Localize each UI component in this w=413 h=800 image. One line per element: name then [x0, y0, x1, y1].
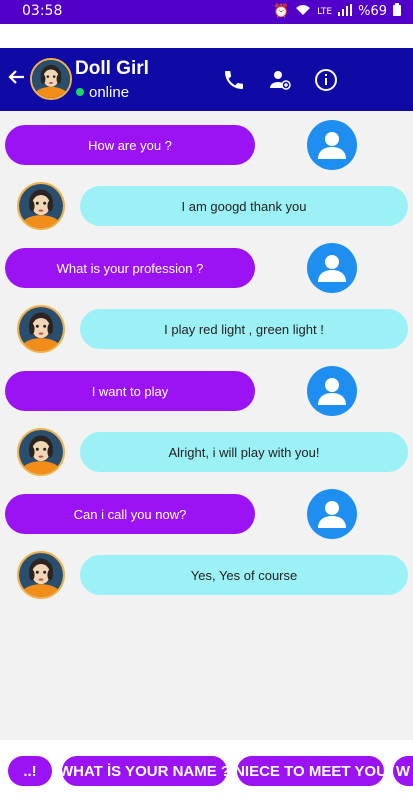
- user-message-2: What is your profession ?: [5, 248, 255, 288]
- status-bar: 03:58 ⏰ LTE %69: [0, 0, 413, 24]
- suggestion-bar: ..! WHAT İS YOUR NAME ? NIECE TO MEET YO…: [0, 740, 413, 800]
- user-avatar-icon: [307, 366, 357, 416]
- toolbar-spacer: [0, 24, 413, 48]
- network-type: LTE: [317, 6, 333, 17]
- bot-avatar: [17, 305, 65, 353]
- bot-avatar: [17, 551, 65, 599]
- suggestion-chip[interactable]: W: [393, 756, 413, 786]
- alarm-icon: ⏰: [272, 4, 290, 19]
- phone-icon[interactable]: [222, 68, 246, 92]
- user-avatar-icon: [307, 120, 357, 170]
- user-message-4: Can i call you now?: [5, 494, 255, 534]
- bot-message-2: I play red light , green light !: [80, 309, 408, 349]
- battery-percent: %69: [358, 4, 387, 19]
- contact-status: online: [89, 84, 130, 101]
- status-time: 03:58: [22, 3, 63, 19]
- bot-message-1: I am googd thank you: [80, 186, 408, 226]
- contact-avatar[interactable]: [30, 58, 72, 100]
- status-icons: ⏰ LTE %69: [273, 3, 401, 20]
- suggestion-chip[interactable]: NIECE TO MEET YOU: [237, 756, 384, 786]
- back-arrow-icon[interactable]: [6, 66, 28, 88]
- user-avatar-icon: [307, 243, 357, 293]
- bot-avatar: [17, 428, 65, 476]
- signal-icon: [338, 3, 353, 20]
- bot-message-3: Alright, i will play with you!: [80, 432, 408, 472]
- bot-avatar: [17, 182, 65, 230]
- wifi-icon: [295, 4, 311, 20]
- user-message-3: I want to play: [5, 371, 255, 411]
- suggestion-chip[interactable]: ..!: [8, 756, 52, 786]
- online-indicator: [76, 88, 84, 96]
- chat-header: Doll Girl online: [0, 48, 413, 111]
- user-avatar-icon: [307, 489, 357, 539]
- add-contact-icon[interactable]: [268, 68, 292, 92]
- bot-message-4: Yes, Yes of course: [80, 555, 408, 595]
- user-message-1: How are you ?: [5, 125, 255, 165]
- contact-name: Doll Girl: [75, 58, 149, 79]
- info-icon[interactable]: [314, 68, 338, 92]
- battery-icon: [393, 3, 401, 20]
- suggestion-chip[interactable]: WHAT İS YOUR NAME ?: [62, 756, 227, 786]
